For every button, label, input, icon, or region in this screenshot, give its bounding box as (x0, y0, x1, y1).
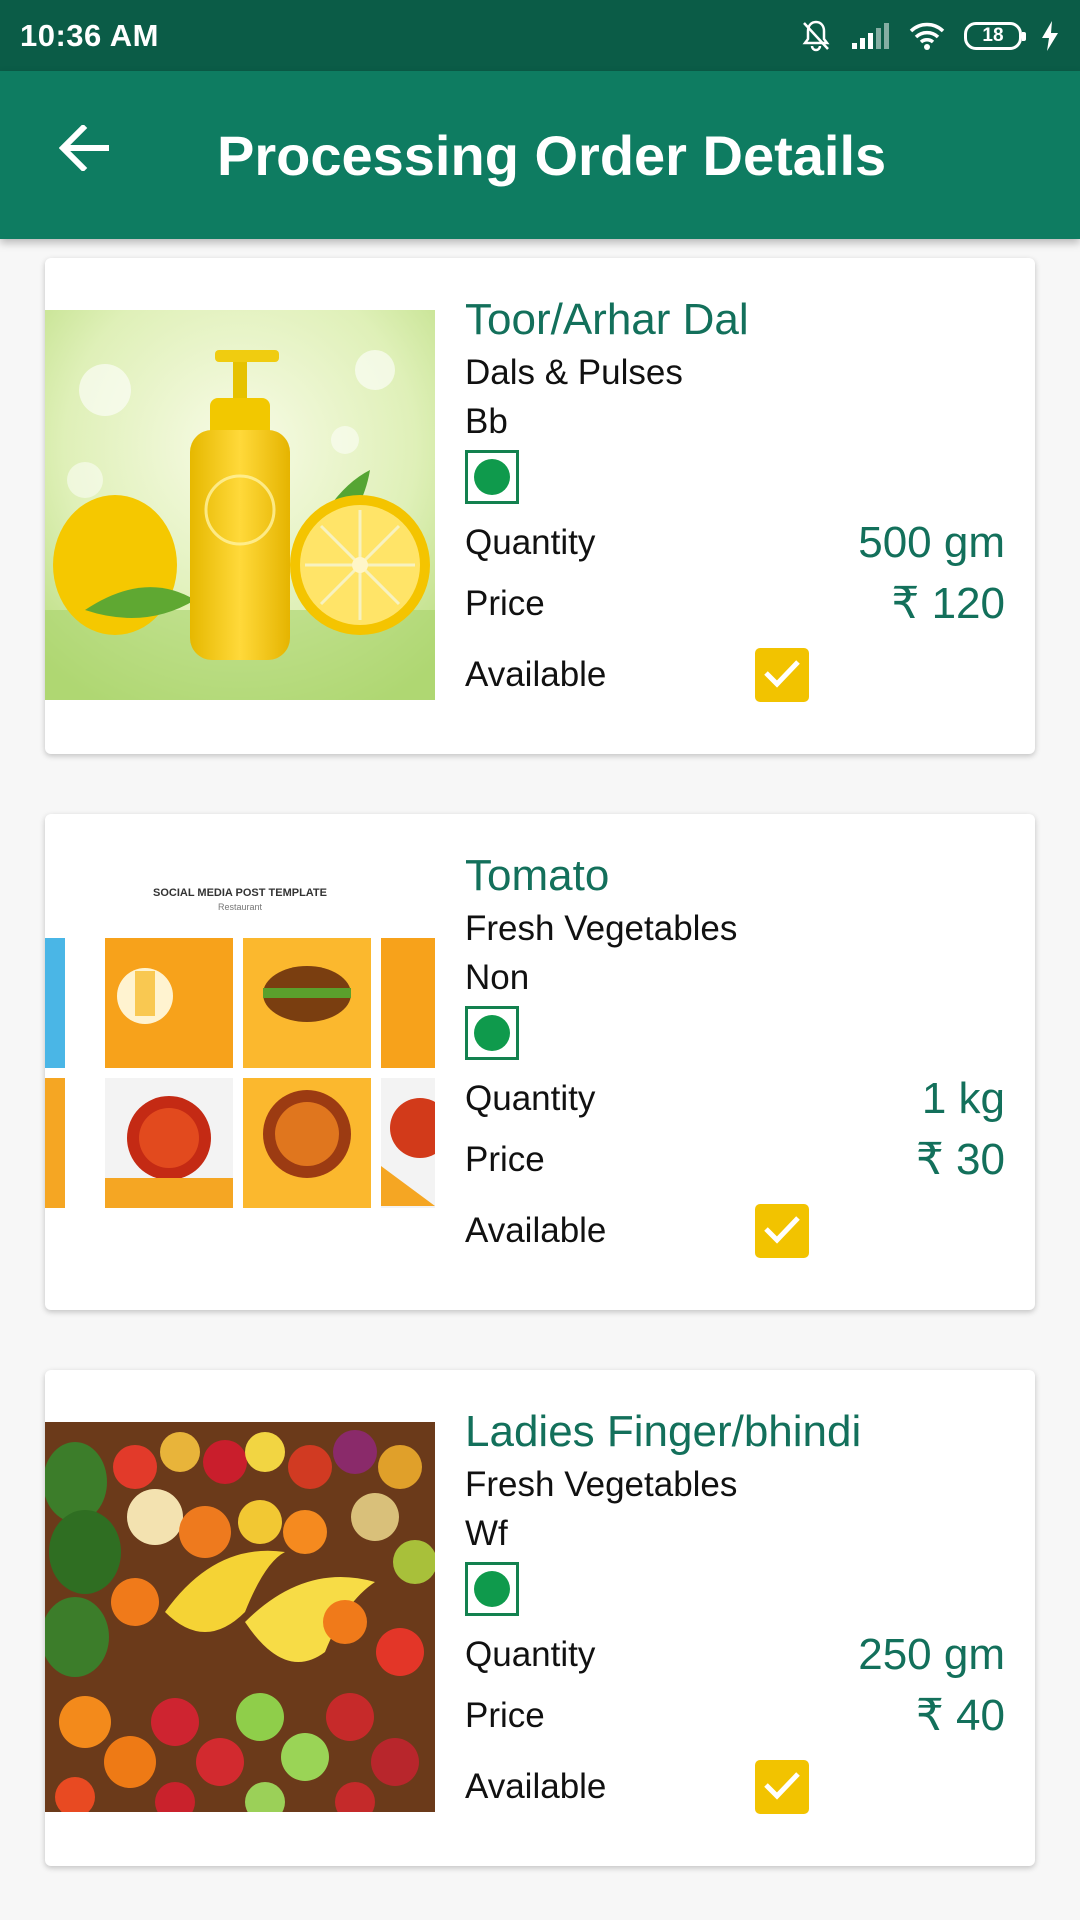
price-value: ₹ 30 (915, 1135, 1005, 1184)
quantity-row: Quantity 500 gm (465, 512, 1005, 573)
available-checkbox[interactable] (755, 1760, 809, 1814)
product-image (45, 1422, 435, 1812)
product-brand: Wf (465, 1514, 508, 1553)
arrow-left-icon (58, 123, 111, 176)
price-row: Price ₹ 40 (465, 1685, 1005, 1746)
available-label: Available (465, 1767, 607, 1806)
quantity-label: Quantity (465, 522, 596, 562)
product-category: Dals & Pulses (465, 353, 683, 392)
signal-icon (850, 21, 890, 51)
price-value: ₹ 40 (915, 1691, 1005, 1740)
app-bar: Processing Order Details (0, 71, 1080, 239)
veg-mark-icon (465, 450, 519, 504)
product-name: Ladies Finger/bhindi (465, 1407, 862, 1456)
check-icon (763, 1770, 801, 1805)
product-info: Tomato Fresh Vegetables Non Quantity 1 k… (465, 848, 1005, 1270)
price-label: Price (465, 1139, 545, 1179)
page-title: Processing Order Details (217, 124, 887, 187)
wifi-icon (908, 21, 946, 51)
available-row: Available (465, 1748, 1005, 1826)
status-icons: 18 (800, 19, 1060, 53)
battery-icon: 18 (964, 21, 1026, 50)
available-row: Available (465, 1192, 1005, 1270)
status-time: 10:36 AM (20, 17, 159, 53)
quantity-label: Quantity (465, 1078, 596, 1118)
image-subcaption: Restaurant (218, 902, 263, 912)
product-category: Fresh Vegetables (465, 1465, 738, 1504)
available-checkbox[interactable] (755, 648, 809, 702)
product-brand: Bb (465, 402, 508, 441)
quantity-label: Quantity (465, 1634, 596, 1674)
product-brand: Non (465, 958, 530, 997)
order-item-card[interactable]: SOCIAL MEDIA POST TEMPLATE Restaurant To… (45, 814, 1035, 1310)
veg-mark-icon (465, 1006, 519, 1060)
product-info: Toor/Arhar Dal Dals & Pulses Bb Quantity… (465, 292, 1005, 714)
product-name: Toor/Arhar Dal (465, 295, 749, 344)
product-image (45, 310, 435, 700)
order-item-card[interactable]: Ladies Finger/bhindi Fresh Vegetables Wf… (45, 1370, 1035, 1866)
product-name: Tomato (465, 851, 610, 900)
price-label: Price (465, 583, 545, 623)
quantity-row: Quantity 1 kg (465, 1068, 1005, 1129)
check-icon (763, 658, 801, 693)
available-row: Available (465, 636, 1005, 714)
price-row: Price ₹ 30 (465, 1129, 1005, 1190)
price-value: ₹ 120 (891, 579, 1005, 628)
price-label: Price (465, 1695, 545, 1735)
order-item-card[interactable]: Toor/Arhar Dal Dals & Pulses Bb Quantity… (45, 258, 1035, 754)
image-caption: SOCIAL MEDIA POST TEMPLATE (153, 887, 327, 899)
available-label: Available (465, 655, 607, 694)
product-info: Ladies Finger/bhindi Fresh Vegetables Wf… (465, 1404, 1005, 1826)
price-row: Price ₹ 120 (465, 573, 1005, 634)
quantity-value: 250 gm (858, 1629, 1005, 1679)
status-bar: 10:36 AM 18 (0, 0, 1080, 71)
product-category: Fresh Vegetables (465, 909, 738, 948)
quantity-value: 1 kg (921, 1073, 1005, 1123)
veg-mark-icon (465, 1562, 519, 1616)
product-image: SOCIAL MEDIA POST TEMPLATE Restaurant (45, 866, 435, 1256)
muted-bell-icon (800, 19, 832, 53)
charging-icon (1040, 20, 1060, 52)
check-icon (763, 1214, 801, 1249)
available-label: Available (465, 1211, 607, 1250)
available-checkbox[interactable] (755, 1204, 809, 1258)
quantity-row: Quantity 250 gm (465, 1624, 1005, 1685)
back-button[interactable] (50, 115, 120, 185)
quantity-value: 500 gm (858, 517, 1005, 567)
